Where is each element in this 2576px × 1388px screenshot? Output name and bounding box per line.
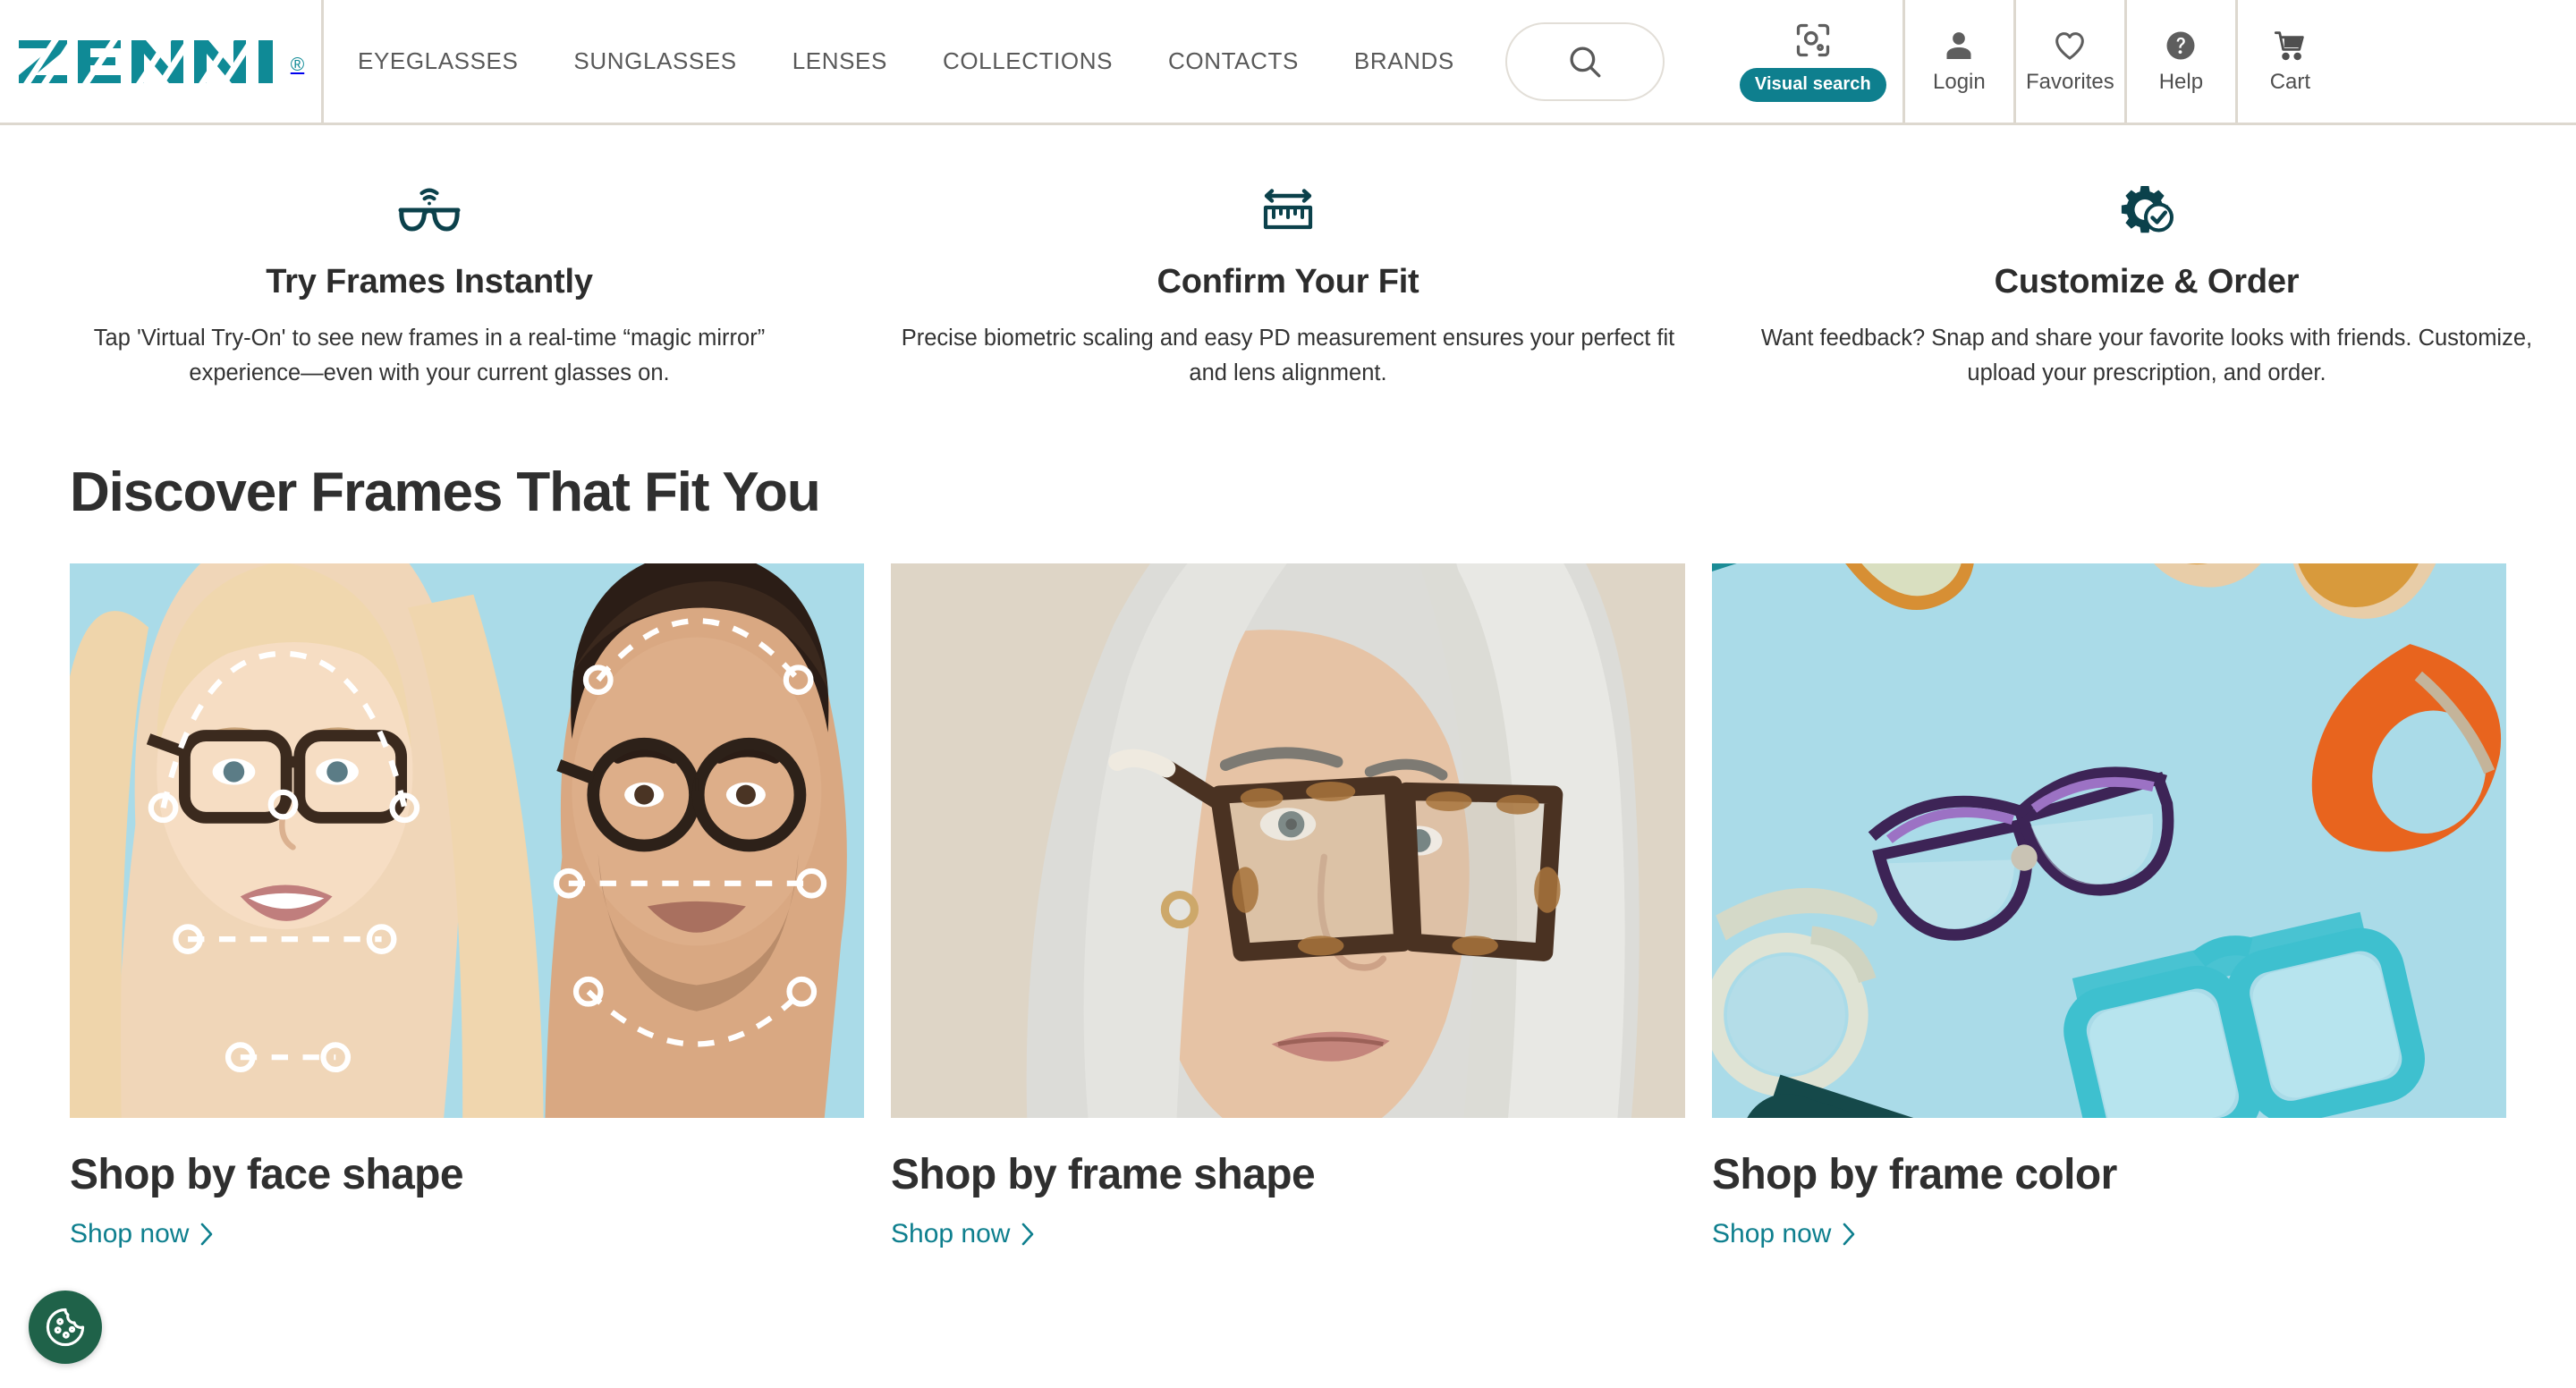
shop-now-label: Shop now: [1712, 1218, 1832, 1248]
portrait-illustration: [891, 563, 1685, 1118]
shop-now-label: Shop now: [70, 1218, 190, 1248]
chevron-right-icon: [1022, 1223, 1034, 1245]
benefit-confirm-your-fit: Confirm Your Fit Precise biometric scali…: [859, 181, 1717, 391]
cookie-settings-button[interactable]: [29, 1291, 102, 1364]
visual-search-button[interactable]: Visual search: [1724, 0, 1902, 123]
shop-now-link-frame-color[interactable]: Shop now: [1712, 1219, 1857, 1249]
benefit-title: Customize & Order: [1994, 263, 2300, 300]
benefit-description: Precise biometric scaling and easy PD me…: [901, 326, 1675, 385]
card-title: Shop by frame color: [1712, 1150, 2117, 1198]
scattered-frames-illustration: [1712, 563, 2506, 1118]
shop-now-label: Shop now: [891, 1218, 1011, 1248]
logo-zone: ®: [0, 0, 324, 123]
nav-lenses[interactable]: LENSES: [792, 47, 887, 75]
main-navigation: EYEGLASSES SUNGLASSES LENSES COLLECTIONS…: [324, 0, 1454, 123]
benefit-description: Want feedback? Snap and share your favor…: [1760, 326, 2533, 385]
ruler-measure-icon: [1255, 181, 1321, 240]
zenni-logo[interactable]: ®: [17, 39, 305, 83]
zenni-logo-mark: [18, 39, 273, 83]
page-title: Discover Frames That Fit You: [70, 461, 821, 523]
discover-section: Discover Frames That Fit You Shop by fac…: [0, 434, 2576, 1249]
card-shop-by-frame-shape[interactable]: Shop by frame shape Shop now: [891, 563, 1685, 1249]
nav-contacts[interactable]: CONTACTS: [1168, 47, 1299, 75]
account-item-help[interactable]: Help: [2123, 0, 2235, 123]
user-icon: [1946, 32, 1971, 59]
card-image-frame-shape: [891, 563, 1685, 1118]
account-item-login[interactable]: Login: [1902, 0, 2013, 123]
benefit-title: Confirm Your Fit: [1157, 263, 1419, 300]
question-circle-icon: [2166, 31, 2195, 60]
account-label-favorites: Favorites: [2026, 70, 2114, 94]
card-shop-by-face-shape[interactable]: Shop by face shape Shop now: [70, 563, 864, 1249]
card-shop-by-frame-color[interactable]: Shop by frame color Shop now: [1712, 563, 2506, 1249]
cookie-icon: [46, 1308, 85, 1347]
benefit-title: Try Frames Instantly: [266, 263, 593, 300]
account-label-login: Login: [1933, 70, 1986, 94]
registered-trademark-icon: ®: [290, 54, 305, 75]
nav-sunglasses[interactable]: SUNGLASSES: [573, 47, 736, 75]
chevron-right-icon: [1843, 1223, 1855, 1245]
card-image-face-shape: [70, 563, 864, 1118]
benefit-try-frames-instantly: Try Frames Instantly Tap 'Virtual Try-On…: [0, 181, 859, 391]
heart-icon: [2055, 32, 2085, 60]
account-item-cart[interactable]: Cart: [2234, 0, 2346, 123]
shop-now-link-face-shape[interactable]: Shop now: [70, 1219, 215, 1249]
site-header: ® EYEGLASSES SUNGLASSES LENSES COLLECTIO…: [0, 0, 2576, 125]
search-icon: [1570, 46, 1601, 77]
glasses-wifi-icon: [396, 181, 462, 240]
card-image-frame-color: [1712, 563, 2506, 1118]
card-title: Shop by frame shape: [891, 1150, 1316, 1198]
nav-collections[interactable]: COLLECTIONS: [943, 47, 1113, 75]
face-shape-illustration: [70, 563, 864, 1118]
visual-search-icon: [1793, 21, 1833, 64]
account-label-help: Help: [2158, 70, 2204, 94]
shop-now-link-frame-shape[interactable]: Shop now: [891, 1219, 1036, 1249]
search-input[interactable]: [1504, 21, 1665, 101]
account-group: Login Favorites Help Cart: [1902, 0, 2346, 123]
nav-brands[interactable]: BRANDS: [1354, 47, 1454, 75]
search-zone: [1504, 0, 1665, 123]
cart-icon: [2275, 31, 2305, 61]
benefit-description: Tap 'Virtual Try-On' to see new frames i…: [93, 326, 766, 385]
chevron-right-icon: [201, 1223, 213, 1245]
nav-eyeglasses[interactable]: EYEGLASSES: [358, 47, 518, 75]
gear-check-icon: [2114, 181, 2180, 240]
account-item-favorites[interactable]: Favorites: [2012, 0, 2124, 123]
visual-search-badge: Visual search: [1739, 68, 1886, 102]
benefits-strip: Try Frames Instantly Tap 'Virtual Try-On…: [0, 125, 2576, 434]
account-label-cart: Cart: [2269, 70, 2311, 94]
discover-card-grid: Shop by face shape Shop now Shop by fram…: [70, 563, 2506, 1249]
benefit-customize-and-order: Customize & Order Want feedback? Snap an…: [1717, 181, 2576, 391]
card-title: Shop by face shape: [70, 1150, 464, 1198]
